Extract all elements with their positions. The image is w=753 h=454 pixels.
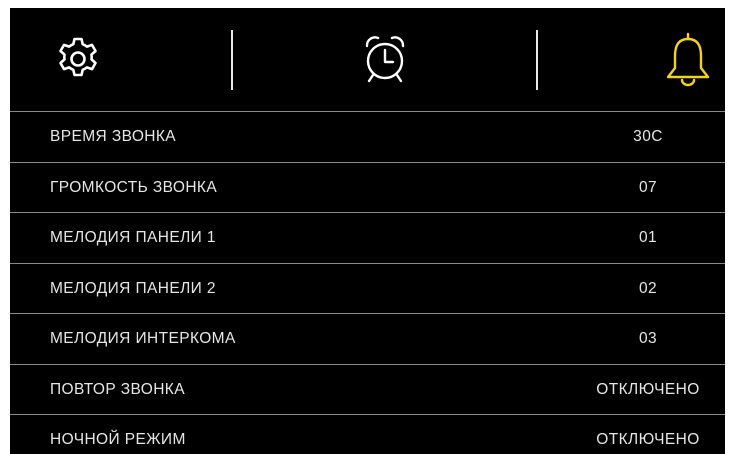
tab-divider <box>536 30 538 90</box>
alarm-clock-icon <box>365 36 405 83</box>
setting-value: 07 <box>638 178 658 196</box>
setting-row-panel-1-melody[interactable]: МЕЛОДИЯ ПАНЕЛИ 1 01 <box>10 212 725 263</box>
gear-icon <box>59 37 97 77</box>
setting-row-ring-time[interactable]: ВРЕМЯ ЗВОНКА 30С <box>10 111 725 162</box>
setting-value: 01 <box>638 229 658 246</box>
setting-label: МЕЛОДИЯ ИНТЕРКОМА <box>50 330 236 347</box>
setting-row-intercom-melody[interactable]: МЕЛОДИЯ ИНТЕРКОМА 03 <box>10 313 725 364</box>
tab-time-settings[interactable] <box>355 26 415 92</box>
settings-screen: ВРЕМЯ ЗВОНКА 30С ГРОМКОСТЬ ЗВОНКА 07 МЕЛ… <box>10 8 725 454</box>
setting-label: ПОВТОР ЗВОНКА <box>50 380 185 398</box>
tab-general-settings[interactable] <box>48 26 108 92</box>
setting-value: 30С <box>633 128 663 145</box>
setting-row-ring-volume[interactable]: ГРОМКОСТЬ ЗВОНКА 07 <box>10 161 725 213</box>
tab-divider <box>231 30 233 90</box>
setting-row-panel-2-melody[interactable]: МЕЛОДИЯ ПАНЕЛИ 2 02 <box>10 262 725 314</box>
setting-label: ВРЕМЯ ЗВОНКА <box>50 128 177 145</box>
tab-ring-settings[interactable] <box>658 26 718 92</box>
tab-bar <box>10 8 725 110</box>
setting-label: НОЧНОЙ РЕЖИМ <box>50 431 186 448</box>
setting-value: ОТКЛЮЧЕНО <box>596 380 700 398</box>
setting-label: МЕЛОДИЯ ПАНЕЛИ 1 <box>50 229 216 246</box>
setting-value: ОТКЛЮЧЕНО <box>596 431 700 448</box>
setting-value: 03 <box>638 330 658 347</box>
setting-value: 02 <box>638 279 658 297</box>
bell-icon <box>666 32 710 87</box>
setting-label: ГРОМКОСТЬ ЗВОНКА <box>50 178 218 196</box>
setting-label: МЕЛОДИЯ ПАНЕЛИ 2 <box>50 279 216 297</box>
settings-list: ВРЕМЯ ЗВОНКА 30С ГРОМКОСТЬ ЗВОНКА 07 МЕЛ… <box>10 111 725 454</box>
setting-row-ring-repeat[interactable]: ПОВТОР ЗВОНКА ОТКЛЮЧЕНО <box>10 363 725 415</box>
setting-row-night-mode[interactable]: НОЧНОЙ РЕЖИМ ОТКЛЮЧЕНО <box>10 414 725 454</box>
